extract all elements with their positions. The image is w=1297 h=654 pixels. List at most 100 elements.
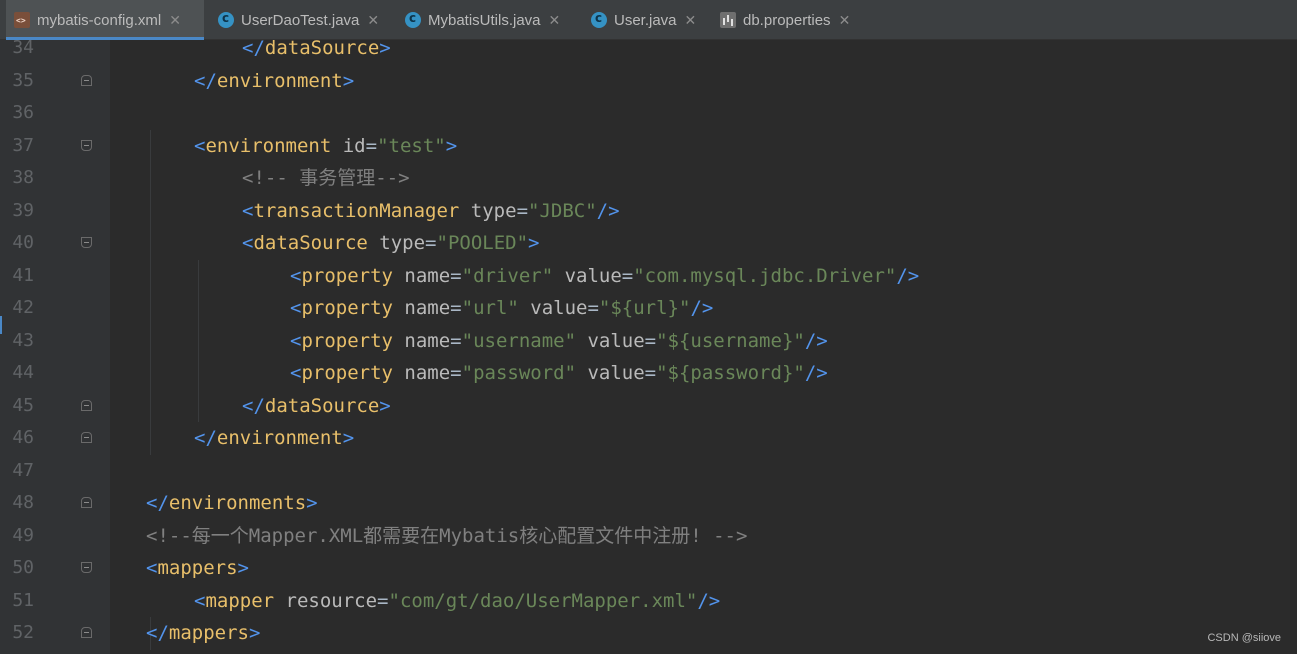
code-token: /> bbox=[697, 589, 721, 612]
code-line: 48 </environments> bbox=[0, 487, 1297, 520]
line-number: 47 bbox=[12, 459, 34, 481]
code-token: > bbox=[248, 622, 261, 644]
code-text: </environments> bbox=[146, 487, 318, 520]
code-token: value bbox=[518, 297, 588, 319]
code-text: </environment> bbox=[194, 422, 354, 455]
code-text: <!--每一个Mapper.XML都需要在Mybatis核心配置文件中注册! -… bbox=[146, 520, 747, 553]
code-token: "com.mysql.jdbc.Driver" bbox=[633, 264, 897, 287]
code-token: < bbox=[290, 329, 302, 352]
code-token: > bbox=[342, 69, 355, 92]
line-number: 46 bbox=[12, 427, 34, 448]
code-token: environment bbox=[216, 69, 343, 92]
code-line: 44 <property name="password" value="${pas… bbox=[0, 357, 1297, 390]
tab-label: User.java bbox=[614, 11, 677, 29]
code-token: </ bbox=[242, 394, 265, 417]
code-token: property bbox=[301, 264, 393, 287]
fold-end-icon[interactable] bbox=[81, 432, 92, 443]
code-line: 43 <property name="username" value="${use… bbox=[0, 325, 1297, 358]
fold-end-icon[interactable] bbox=[81, 497, 92, 508]
code-token: name bbox=[392, 329, 451, 352]
code-token: = bbox=[587, 297, 599, 319]
tab-label: UserDaoTest.java bbox=[241, 11, 360, 29]
code-token: = bbox=[516, 199, 529, 222]
fold-collapse-icon[interactable] bbox=[81, 237, 92, 248]
line-number: 44 bbox=[12, 362, 34, 383]
watermark: CSDN @siiove bbox=[1207, 632, 1281, 644]
close-tab-icon[interactable]: ✕ bbox=[839, 12, 851, 29]
tab-label: mybatis-config.xml bbox=[37, 11, 162, 29]
fold-collapse-icon[interactable] bbox=[81, 562, 92, 573]
code-token: mappers bbox=[157, 557, 238, 579]
code-token: <!-- 事务管理--> bbox=[242, 167, 410, 189]
code-token: = bbox=[450, 329, 462, 352]
code-token: "${password}" bbox=[656, 362, 805, 384]
close-tab-icon[interactable]: ✕ bbox=[685, 12, 697, 29]
code-text: <mapper resource="com/gt/dao/UserMapper.… bbox=[194, 585, 720, 618]
code-token: < bbox=[194, 134, 206, 157]
fold-collapse-icon[interactable] bbox=[81, 139, 92, 151]
line-number: 35 bbox=[12, 69, 34, 91]
code-text: <environment id="test"> bbox=[194, 130, 457, 163]
code-text: </dataSource> bbox=[242, 40, 391, 65]
code-line: 45 </dataSource> bbox=[0, 390, 1297, 423]
code-line: 42 <property name="url" value="${url}"/> bbox=[0, 292, 1297, 325]
code-token: "JDBC" bbox=[528, 199, 597, 222]
code-token: < bbox=[242, 232, 254, 254]
tab-db-properties[interactable]: db.properties ✕ bbox=[712, 0, 872, 40]
fold-end-icon[interactable] bbox=[81, 74, 92, 86]
code-line: 49 <!--每一个Mapper.XML都需要在Mybatis核心配置文件中注册!… bbox=[0, 520, 1297, 553]
line-number: 45 bbox=[12, 394, 34, 416]
code-line: 36 bbox=[0, 97, 1297, 130]
code-editor[interactable]: 34 </dataSource> 35 </environment> 36 37 <envi… bbox=[0, 40, 1297, 654]
code-token: = bbox=[644, 362, 657, 384]
line-number: 50 bbox=[12, 557, 34, 578]
code-token: dataSource bbox=[253, 232, 368, 254]
code-token: transactionManager bbox=[253, 199, 460, 222]
code-token: "${username}" bbox=[656, 329, 805, 352]
close-tab-icon[interactable]: ✕ bbox=[549, 12, 561, 29]
code-line: 39 <transactionManager type="JDBC"/> bbox=[0, 195, 1297, 228]
code-token: environment bbox=[205, 134, 332, 157]
code-token: name bbox=[392, 297, 451, 319]
tab-mybatisutils-java[interactable]: MybatisUtils.java ✕ bbox=[397, 0, 577, 40]
code-line: 51 <mapper resource="com/gt/dao/UserMappe… bbox=[0, 585, 1297, 618]
code-token: value bbox=[553, 264, 622, 287]
close-tab-icon[interactable]: ✕ bbox=[367, 12, 379, 29]
tab-user-java[interactable]: User.java ✕ bbox=[583, 0, 706, 40]
code-token: "username" bbox=[461, 329, 577, 352]
tab-mybatis-config-xml[interactable]: mybatis-config.xml ✕ bbox=[6, 0, 204, 40]
code-token: type bbox=[367, 232, 426, 254]
code-text: <property name="username" value="${usern… bbox=[290, 325, 828, 358]
line-number: 53 bbox=[0, 650, 34, 654]
fold-end-icon[interactable] bbox=[81, 399, 92, 411]
code-text: <property name="url" value="${url}"/> bbox=[290, 292, 713, 325]
tab-userdaotest-java[interactable]: UserDaoTest.java ✕ bbox=[210, 0, 391, 40]
code-line: 52 </mappers> bbox=[0, 617, 1297, 650]
code-token: "test" bbox=[377, 134, 446, 157]
code-token: > bbox=[237, 557, 249, 579]
code-text: <transactionManager type="JDBC"/> bbox=[242, 195, 620, 228]
code-line: 50 <mappers> bbox=[0, 552, 1297, 585]
code-line: 38 <!-- 事务管理--> bbox=[0, 162, 1297, 195]
line-number: 34 bbox=[12, 40, 34, 58]
java-class-icon bbox=[405, 11, 421, 28]
fold-end-icon[interactable] bbox=[81, 627, 92, 638]
code-token: property bbox=[301, 297, 393, 319]
code-token: /> bbox=[804, 329, 828, 352]
code-token: dataSource bbox=[264, 394, 380, 417]
code-text: </dataSource> bbox=[242, 390, 391, 423]
close-tab-icon[interactable]: ✕ bbox=[169, 12, 181, 29]
code-token: type bbox=[459, 199, 517, 222]
code-token: <!--每一个Mapper.XML都需要在Mybatis核心配置文件中注册! -… bbox=[146, 524, 748, 547]
code-token: property bbox=[301, 362, 393, 384]
code-text: </mappers> bbox=[146, 617, 260, 650]
xml-file-icon bbox=[14, 12, 30, 28]
code-line: 53 bbox=[0, 650, 1297, 654]
code-token: </ bbox=[194, 69, 217, 92]
code-token: > bbox=[445, 134, 458, 157]
editor-tab-bar: mybatis-config.xml✕UserDaoTest.java✕Myba… bbox=[0, 0, 1297, 40]
code-text: <property name="password" value="${passw… bbox=[290, 357, 828, 390]
code-token: id bbox=[331, 134, 366, 157]
line-number: 52 bbox=[12, 622, 34, 643]
code-text: <mappers> bbox=[146, 552, 249, 585]
